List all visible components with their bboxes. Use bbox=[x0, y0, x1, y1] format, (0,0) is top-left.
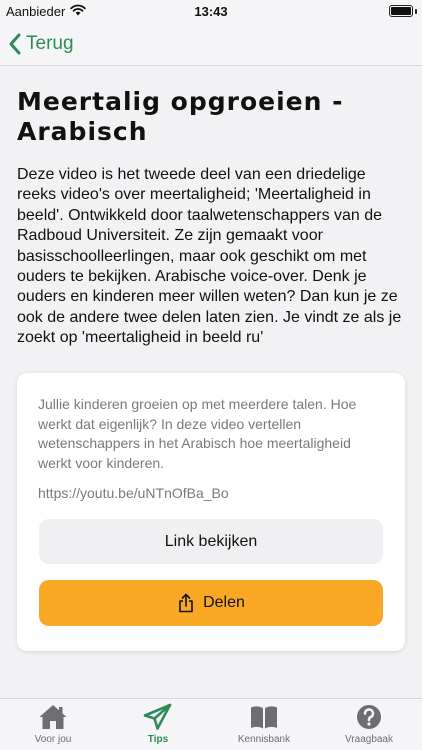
tab-vraagbaak[interactable]: Vraagbaak bbox=[324, 703, 414, 749]
status-bar: Aanbieder 13:43 bbox=[0, 0, 422, 22]
tab-kennisbank-label: Kennisbank bbox=[237, 734, 291, 745]
question-circle-icon bbox=[357, 705, 381, 729]
chevron-left-icon bbox=[9, 33, 21, 55]
status-time: 13:43 bbox=[194, 4, 228, 19]
share-label: Delen bbox=[203, 594, 245, 611]
battery-icon bbox=[389, 5, 413, 17]
tab-voor-jou-label: Voor jou bbox=[34, 734, 72, 745]
tab-vraagbaak-label: Vraagbaak bbox=[345, 734, 393, 745]
paper-plane-icon bbox=[143, 703, 172, 730]
content-area[interactable]: Meertalig opgroeien - Arabisch Deze vide… bbox=[0, 67, 422, 698]
battery-tip bbox=[415, 9, 417, 14]
tab-voor-jou[interactable]: Voor jou bbox=[8, 703, 98, 749]
tab-tips-label: Tips bbox=[147, 734, 169, 745]
view-link-button[interactable]: Link bekijken bbox=[39, 519, 383, 564]
back-label: Terug bbox=[26, 33, 74, 54]
tab-tips[interactable]: Tips bbox=[113, 703, 203, 749]
book-icon bbox=[251, 706, 277, 729]
navigation-bar: Terug bbox=[0, 22, 422, 66]
share-icon bbox=[179, 593, 193, 613]
video-link: https://youtu.be/uNTnOfBa_Bo bbox=[38, 485, 229, 501]
back-button[interactable]: Terug bbox=[8, 30, 74, 58]
tab-bar: Voor jou Tips Kennisbank Vraagbaak bbox=[0, 698, 422, 750]
page-title: Meertalig opgroeien - Arabisch bbox=[17, 87, 344, 146]
share-button[interactable]: Delen bbox=[39, 580, 383, 626]
card-text: Jullie kinderen groeien op met meerdere … bbox=[38, 396, 357, 471]
tab-kennisbank[interactable]: Kennisbank bbox=[219, 703, 309, 749]
page-description: Deze video is het tweede deel van een dr… bbox=[17, 166, 402, 347]
video-card: Jullie kinderen groeien op met meerdere … bbox=[17, 373, 405, 651]
home-icon bbox=[39, 705, 67, 729]
